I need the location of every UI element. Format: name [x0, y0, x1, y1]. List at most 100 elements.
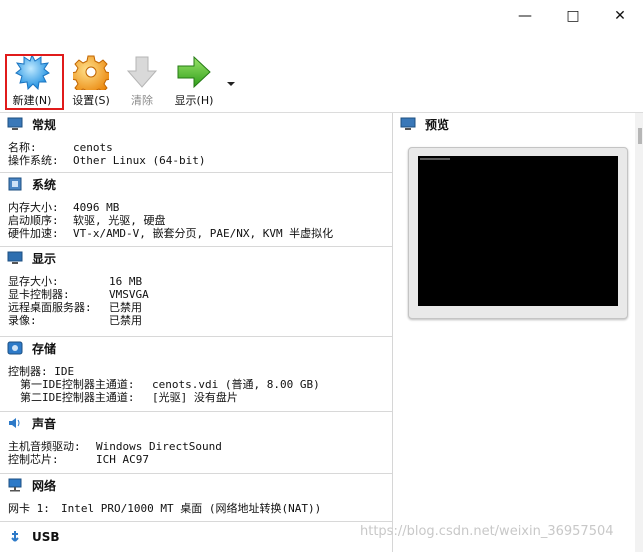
info-row: 主机音频驱动: Windows DirectSound [8, 440, 392, 453]
section-network: 网络 网卡 1: Intel PRO/1000 MT 桌面 (网络地址转换(NA… [0, 473, 392, 522]
settings-button-label: 设置(S) [72, 94, 110, 107]
info-row: 第二IDE控制器主通道: [光驱] 没有盘片 [8, 391, 392, 404]
row-value: [光驱] 没有盘片 [152, 391, 238, 404]
toolbar: 新建(N) 设置(S) 清除 显示(H) [0, 32, 643, 112]
close-button[interactable]: ✕ [597, 0, 643, 32]
info-row: 显卡控制器: VMSVGA [8, 288, 392, 301]
preview-pane: 预览 [392, 113, 636, 552]
network-icon [7, 478, 23, 492]
clear-button-label: 清除 [131, 94, 153, 107]
preview-console-text [420, 158, 450, 160]
info-row: 第一IDE控制器主通道: cenots.vdi (普通, 8.00 GB) [8, 378, 392, 391]
row-key: 网卡 1: [8, 502, 50, 515]
section-general-title: 常规 [32, 117, 57, 132]
row-value: 4096 MB [73, 201, 120, 214]
info-row: 启动顺序: 软驱, 光驱, 硬盘 [8, 214, 392, 227]
clear-button[interactable]: 清除 [124, 54, 160, 110]
info-row: 录像: 已禁用 [8, 314, 392, 327]
section-audio-header[interactable]: 声音 [0, 412, 392, 434]
row-key: 第二IDE控制器主通道: [20, 391, 135, 404]
row-key: 启动顺序: [8, 214, 59, 227]
section-usb-header[interactable]: USB [0, 522, 392, 552]
row-value: 已禁用 [109, 314, 142, 327]
gear-icon [73, 55, 109, 90]
section-system-title: 系统 [32, 177, 57, 192]
preview-header[interactable]: 预览 [393, 113, 636, 135]
row-key: 内存大小: [8, 201, 59, 214]
watermark: https://blog.csdn.net/weixin_36957504 [360, 524, 614, 539]
info-row: 显存大小: 16 MB [8, 275, 392, 288]
minimize-icon: — [518, 8, 532, 24]
row-key: 控制芯片: [8, 453, 59, 466]
row-value: 16 MB [109, 275, 143, 288]
row-key: 第一IDE控制器主通道: [20, 378, 135, 391]
section-storage-header[interactable]: 存储 [0, 337, 392, 359]
row-key: 录像: [8, 314, 37, 327]
show-button-label: 显示(H) [174, 94, 214, 107]
section-network-title: 网络 [32, 478, 57, 493]
details-pane: 常规 名称: cenots 操作系统: Other Linux (64-bit)… [0, 113, 392, 552]
display-icon [7, 251, 23, 265]
arrow-right-icon [177, 55, 211, 89]
row-value: 软驱, 光驱, 硬盘 [73, 214, 166, 227]
preview-title: 预览 [425, 117, 450, 132]
info-row: 内存大小: 4096 MB [8, 201, 392, 214]
row-value: Intel PRO/1000 MT 桌面 (网络地址转换(NAT)) [61, 502, 322, 515]
row-key: 操作系统: [8, 154, 59, 167]
row-key: 控制器: IDE [8, 365, 75, 378]
section-system-header[interactable]: 系统 [0, 173, 392, 195]
row-value: cenots [73, 141, 113, 154]
scrollbar-thumb[interactable] [638, 128, 642, 144]
row-value: VMSVGA [109, 288, 149, 301]
row-value: Other Linux (64-bit) [73, 154, 206, 167]
chevron-down-icon [227, 82, 235, 86]
title-bar: — □ ✕ [0, 0, 643, 32]
section-display-title: 显示 [32, 251, 57, 266]
info-row: 网卡 1: Intel PRO/1000 MT 桌面 (网络地址转换(NAT)) [8, 502, 392, 515]
show-dropdown-button[interactable] [226, 78, 236, 91]
section-usb-title: USB [32, 530, 60, 544]
section-audio: 声音 主机音频驱动: Windows DirectSound 控制芯片: ICH… [0, 411, 392, 472]
section-network-header[interactable]: 网络 [0, 474, 392, 496]
close-icon: ✕ [614, 8, 626, 24]
row-key: 硬件加速: [8, 227, 59, 240]
arrow-down-icon [126, 56, 158, 88]
storage-icon [7, 341, 23, 355]
row-value: ICH AC97 [96, 453, 149, 466]
info-row: 远程桌面服务器: 已禁用 [8, 301, 392, 314]
minimize-button[interactable]: — [502, 0, 548, 32]
chip-icon [7, 177, 23, 191]
preview-frame [408, 147, 628, 319]
row-value: cenots.vdi (普通, 8.00 GB) [152, 378, 320, 391]
info-row: 硬件加速: VT-x/AMD-V, 嵌套分页, PAE/NX, KVM 半虚拟化 [8, 227, 392, 240]
row-key: 主机音频驱动: [8, 440, 81, 453]
row-value: VT-x/AMD-V, 嵌套分页, PAE/NX, KVM 半虚拟化 [73, 227, 334, 240]
row-key: 显卡控制器: [8, 288, 70, 301]
section-audio-title: 声音 [32, 416, 57, 431]
show-button[interactable]: 显示(H) [171, 54, 217, 110]
info-row: 控制芯片: ICH AC97 [8, 453, 392, 466]
preview-monitor-icon [400, 117, 416, 131]
row-value: Windows DirectSound [96, 440, 222, 453]
usb-icon [7, 530, 23, 544]
maximize-button[interactable]: □ [550, 0, 596, 32]
settings-button[interactable]: 设置(S) [68, 54, 114, 110]
section-system: 系统 内存大小: 4096 MB 启动顺序: 软驱, 光驱, 硬盘 硬件加速: … [0, 172, 392, 245]
section-usb: USB [0, 521, 392, 552]
section-general-header[interactable]: 常规 [0, 113, 392, 135]
section-storage-title: 存储 [32, 341, 57, 356]
row-key: 远程桌面服务器: [8, 301, 92, 314]
info-row: 名称: cenots [8, 141, 392, 154]
info-row: 控制器: IDE [8, 365, 392, 378]
section-general: 常规 名称: cenots 操作系统: Other Linux (64-bit) [0, 113, 392, 171]
row-value: 已禁用 [109, 301, 142, 314]
section-storage: 存储 控制器: IDE 第一IDE控制器主通道: cenots.vdi (普通,… [0, 336, 392, 410]
scrollbar[interactable] [635, 113, 643, 552]
row-key: 名称: [8, 141, 37, 154]
new-button-highlight [5, 54, 64, 110]
preview-screen [418, 156, 618, 306]
row-key: 显存大小: [8, 275, 59, 288]
section-display-header[interactable]: 显示 [0, 247, 392, 269]
monitor-icon [7, 117, 23, 131]
maximize-icon: □ [566, 8, 580, 24]
